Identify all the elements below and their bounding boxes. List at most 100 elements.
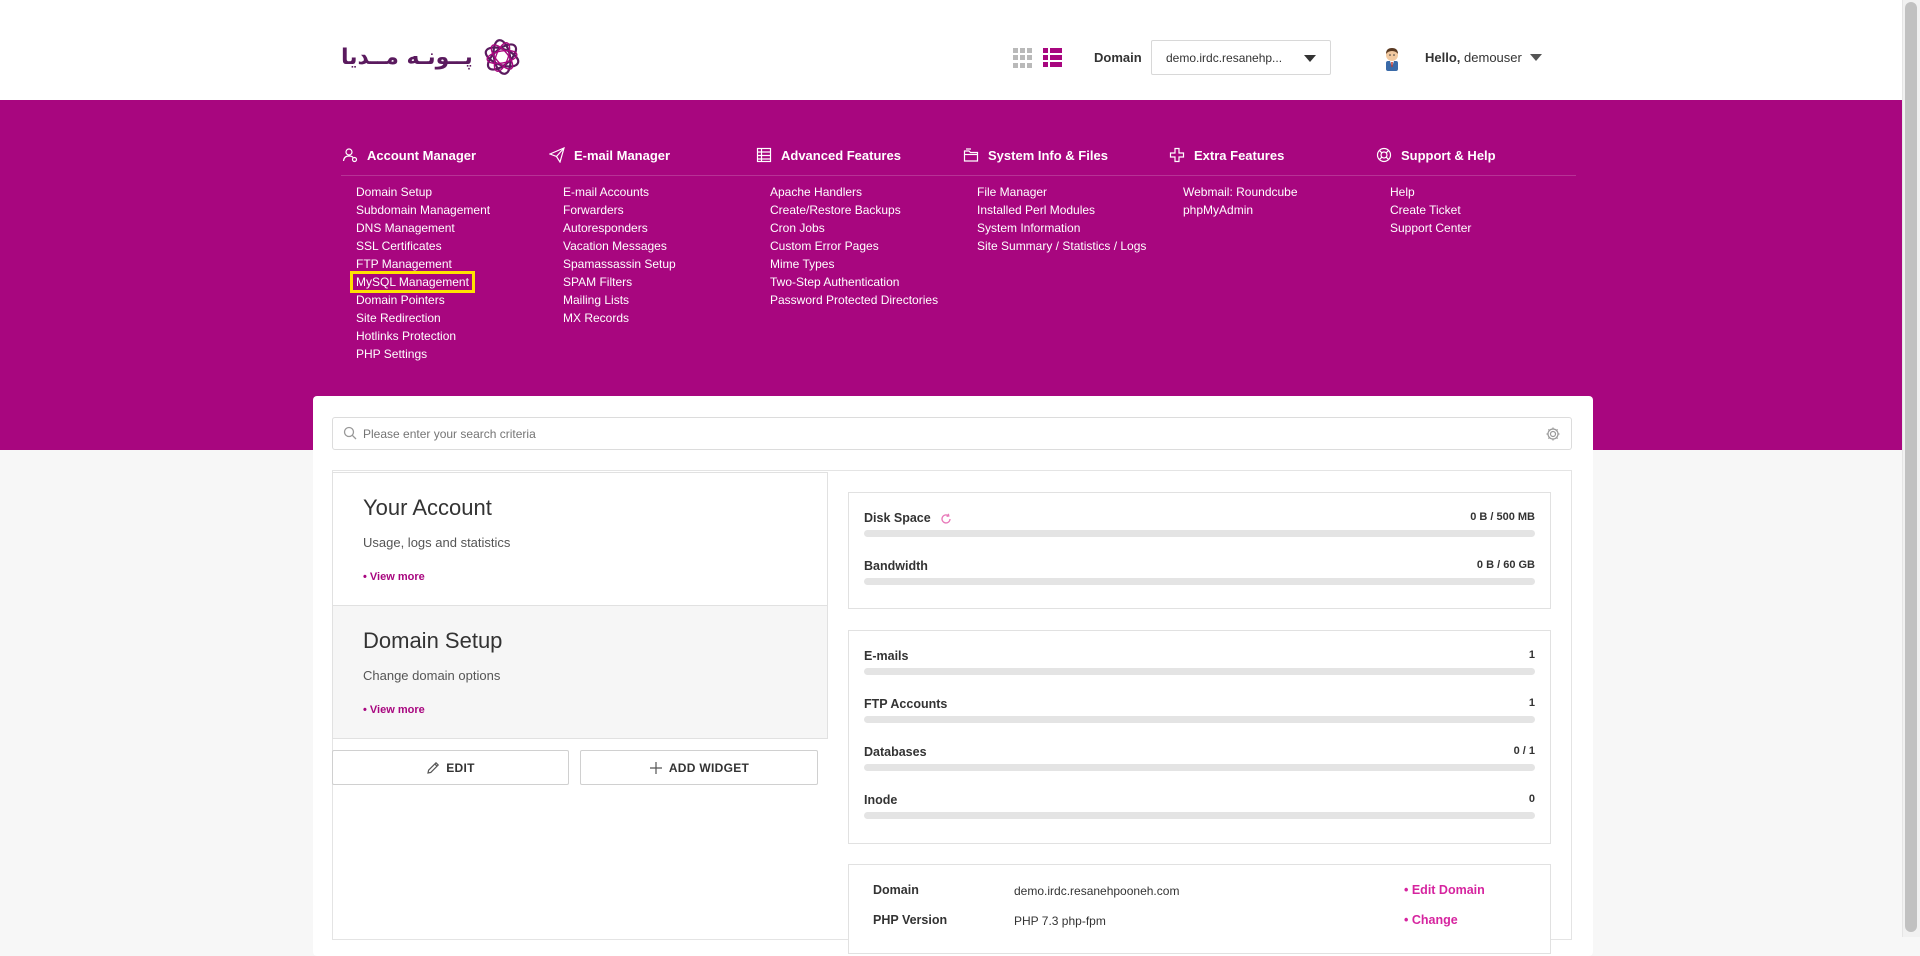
- page-scrollbar[interactable]: [1902, 0, 1920, 937]
- domain-label: Domain: [1094, 50, 1142, 65]
- gear-icon[interactable]: [1545, 426, 1561, 442]
- search-icon: [343, 426, 357, 440]
- account-icon: [341, 146, 359, 164]
- menu-item-spam-filters[interactable]: SPAM Filters: [563, 273, 676, 291]
- php-version-label: PHP Version: [873, 913, 948, 927]
- brand-logo[interactable]: پــونـه مــدیا: [341, 36, 523, 78]
- widget-title: Your Account: [363, 495, 492, 520]
- menu-item-site-summary[interactable]: Site Summary / Statistics / Logs: [977, 237, 1146, 255]
- menu-item-support-center[interactable]: Support Center: [1390, 219, 1496, 237]
- widget-title: Domain Setup: [363, 628, 503, 653]
- widget-domain-setup[interactable]: Domain Setup Change domain options • Vie…: [332, 605, 828, 739]
- menu-section-account-manager: Account Manager Domain Setup Subdomain M…: [341, 145, 490, 363]
- top-bar: پــونـه مــدیا Domain demo.irdc.resanehp: [0, 0, 1902, 100]
- folder-icon: [962, 146, 980, 164]
- widget-description: Change domain options: [363, 668, 501, 683]
- disk-space-bar: [864, 530, 1535, 537]
- menu-item-create-restore-backups[interactable]: Create/Restore Backups: [770, 201, 938, 219]
- edit-domain-link[interactable]: • Edit Domain: [1404, 883, 1485, 897]
- domain-info-label: Domain: [873, 883, 919, 897]
- menu-item-two-step-authentication[interactable]: Two-Step Authentication: [770, 273, 938, 291]
- refresh-icon[interactable]: [940, 513, 952, 525]
- menu-item-domain-setup[interactable]: Domain Setup: [356, 183, 490, 201]
- menu-item-hotlinks-protection[interactable]: Hotlinks Protection: [356, 327, 490, 345]
- accounts-widget: E-mails 1 FTP Accounts 1 Databases 0 / 1…: [848, 630, 1551, 844]
- domain-select[interactable]: demo.irdc.resanehp...: [1151, 40, 1331, 75]
- menu-item-spamassassin-setup[interactable]: Spamassassin Setup: [563, 255, 676, 273]
- menu-item-subdomain-management[interactable]: Subdomain Management: [356, 201, 490, 219]
- menu-section-system-info: System Info & Files File Manager Install…: [962, 145, 1146, 255]
- view-more-link[interactable]: • View more: [363, 571, 425, 583]
- grid-view-icon[interactable]: [1013, 48, 1033, 68]
- paper-plane-icon: [548, 146, 566, 164]
- bandwidth-value: 0 B / 60 GB: [1476, 559, 1535, 571]
- menu-section-support-help: Support & Help Help Create Ticket Suppor…: [1375, 145, 1496, 237]
- menu-item-forwarders[interactable]: Forwarders: [563, 201, 676, 219]
- domain-select-value: demo.irdc.resanehp...: [1166, 51, 1283, 65]
- chevron-down-icon: [1304, 55, 1316, 62]
- php-version-value: PHP 7.3 php-fpm: [1014, 914, 1106, 928]
- user-avatar[interactable]: [1380, 45, 1404, 71]
- menu-item-password-protected-directories[interactable]: Password Protected Directories: [770, 291, 938, 309]
- menu-heading: E-mail Manager: [548, 145, 676, 165]
- menu-item-dns-management[interactable]: DNS Management: [356, 219, 490, 237]
- add-widget-button[interactable]: ADD WIDGET: [580, 750, 818, 785]
- menu-item-custom-error-pages[interactable]: Custom Error Pages: [770, 237, 938, 255]
- menu-section-advanced-features: Advanced Features Apache Handlers Create…: [755, 145, 938, 309]
- menu-item-help[interactable]: Help: [1390, 183, 1496, 201]
- menu-item-autoresponders[interactable]: Autoresponders: [563, 219, 676, 237]
- menu-heading: Account Manager: [341, 145, 490, 165]
- menu-item-ftp-management[interactable]: FTP Management: [356, 255, 490, 273]
- menu-item-vacation-messages[interactable]: Vacation Messages: [563, 237, 676, 255]
- menu-item-mailing-lists[interactable]: Mailing Lists: [563, 291, 676, 309]
- search-input[interactable]: [363, 424, 1513, 444]
- menu-heading: Extra Features: [1168, 145, 1298, 165]
- bandwidth-bar: [864, 578, 1535, 585]
- menu-item-phpmyadmin[interactable]: phpMyAdmin: [1183, 201, 1298, 219]
- menu-item-ssl-certificates[interactable]: SSL Certificates: [356, 237, 490, 255]
- widget-description: Usage, logs and statistics: [363, 535, 511, 550]
- scrollbar-thumb[interactable]: [1905, 2, 1917, 932]
- menu-item-email-accounts[interactable]: E-mail Accounts: [563, 183, 676, 201]
- logo-mark-icon: [484, 39, 520, 75]
- menu-item-mysql-management[interactable]: MySQL Management: [350, 271, 475, 293]
- bandwidth-label: Bandwidth: [864, 559, 928, 573]
- menu-section-email-manager: E-mail Manager E-mail Accounts Forwarder…: [548, 145, 676, 327]
- menu-heading: Support & Help: [1375, 145, 1496, 165]
- domain-info-widget: Domain demo.irdc.resanehpooneh.com • Edi…: [848, 864, 1551, 954]
- plus-icon: [1168, 146, 1186, 164]
- disk-space-value: 0 B / 500 MB: [1470, 511, 1535, 523]
- view-more-link[interactable]: • View more: [363, 704, 425, 716]
- username: demouser: [1464, 50, 1522, 65]
- list-view-icon[interactable]: [1043, 48, 1063, 68]
- greeting-prefix: Hello,: [1425, 50, 1461, 65]
- menu-item-site-redirection[interactable]: Site Redirection: [356, 309, 490, 327]
- menu-heading: System Info & Files: [962, 145, 1146, 165]
- menu-item-domain-pointers[interactable]: Domain Pointers: [356, 291, 490, 309]
- menu-section-extra-features: Extra Features Webmail: Roundcube phpMyA…: [1168, 145, 1298, 219]
- search-bar: [332, 417, 1572, 450]
- menu-item-installed-perl-modules[interactable]: Installed Perl Modules: [977, 201, 1146, 219]
- menu-item-create-ticket[interactable]: Create Ticket: [1390, 201, 1496, 219]
- user-greeting[interactable]: Hello, demouser: [1425, 50, 1522, 65]
- menu-item-file-manager[interactable]: File Manager: [977, 183, 1146, 201]
- edit-button[interactable]: EDIT: [332, 750, 569, 785]
- lifebuoy-icon: [1375, 146, 1393, 164]
- plus-icon: [649, 761, 662, 774]
- menu-item-system-information[interactable]: System Information: [977, 219, 1146, 237]
- menu-heading: Advanced Features: [755, 145, 938, 165]
- logo-text: پــونـه مــدیا: [341, 44, 473, 70]
- menu-item-php-settings[interactable]: PHP Settings: [356, 345, 490, 363]
- user-menu-chevron-icon[interactable]: [1530, 54, 1542, 61]
- domain-info-value: demo.irdc.resanehpooneh.com: [1014, 884, 1180, 898]
- menu-item-mime-types[interactable]: Mime Types: [770, 255, 938, 273]
- menu-item-cron-jobs[interactable]: Cron Jobs: [770, 219, 938, 237]
- table-icon: [755, 146, 773, 164]
- view-toggle: [1013, 48, 1063, 68]
- change-php-link[interactable]: • Change: [1404, 913, 1458, 927]
- menu-item-webmail-roundcube[interactable]: Webmail: Roundcube: [1183, 183, 1298, 201]
- disk-space-label: Disk Space: [864, 511, 931, 525]
- menu-item-apache-handlers[interactable]: Apache Handlers: [770, 183, 938, 201]
- widget-your-account[interactable]: Your Account Usage, logs and statistics …: [332, 472, 828, 606]
- menu-item-mx-records[interactable]: MX Records: [563, 309, 676, 327]
